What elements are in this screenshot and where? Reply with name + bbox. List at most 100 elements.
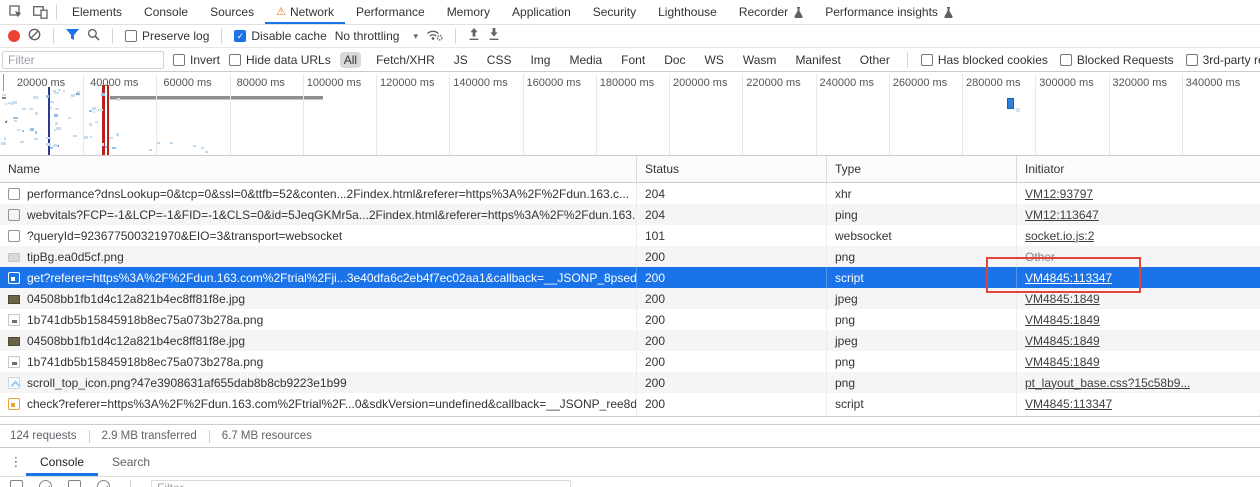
initiator-link[interactable]: pt_layout_base.css?15c58b9... <box>1025 376 1190 390</box>
tab-performance-insights[interactable]: Performance insights <box>814 0 964 24</box>
column-header-status[interactable]: Status <box>637 156 827 182</box>
toolbar-divider <box>112 28 113 44</box>
invert-checkbox[interactable]: Invert <box>173 53 220 67</box>
filter-type-wasm[interactable]: Wasm <box>739 52 781 68</box>
has-blocked-cookies-checkbox[interactable]: Has blocked cookies <box>921 53 1048 67</box>
blocked-requests-checkbox[interactable]: Blocked Requests <box>1060 53 1174 67</box>
request-mark <box>205 151 208 153</box>
table-row[interactable]: ?queryId=923677500321970&EIO=3&transport… <box>0 225 1260 246</box>
console-filter-input[interactable]: Filter <box>151 480 571 487</box>
initiator-link[interactable]: VM4845:1849 <box>1025 355 1100 369</box>
request-mark <box>105 146 108 148</box>
table-row[interactable]: get?referer=https%3A%2F%2Fdun.163.com%2F… <box>0 267 1260 288</box>
console-sidebar-icon[interactable] <box>10 480 23 487</box>
table-row[interactable]: webvitals?FCP=-1&LCP=-1&FID=-1&CLS=0&id=… <box>0 204 1260 225</box>
table-row[interactable]: scroll_top_icon.png?47e3908631af655dab8b… <box>0 372 1260 393</box>
ruler-label: 20000 ms <box>17 77 65 89</box>
initiator-link[interactable]: socket.io.js:2 <box>1025 229 1094 243</box>
file-icon <box>8 188 20 200</box>
blocked-requests-label: Blocked Requests <box>1077 53 1174 67</box>
filter-type-all[interactable]: All <box>340 52 361 68</box>
tab-console[interactable]: Console <box>133 0 199 24</box>
request-mark <box>55 108 59 110</box>
tab-security[interactable]: Security <box>582 0 647 24</box>
request-mark <box>2 97 6 99</box>
filter-type-js[interactable]: JS <box>450 52 472 68</box>
tab-application[interactable]: Application <box>501 0 582 24</box>
filter-type-other[interactable]: Other <box>856 52 894 68</box>
drawer-tab-console[interactable]: Console <box>26 448 98 476</box>
table-row[interactable]: 1b741db5b15845918b8ec75a073b278a.png200p… <box>0 309 1260 330</box>
hide-data-urls-label: Hide data URLs <box>246 53 331 67</box>
request-mark <box>50 107 53 109</box>
inspect-icon[interactable] <box>4 0 28 24</box>
filter-type-doc[interactable]: Doc <box>660 52 689 68</box>
network-conditions-icon[interactable] <box>426 28 443 44</box>
request-mark <box>33 96 38 99</box>
tab-memory[interactable]: Memory <box>436 0 501 24</box>
console-context-selector-icon[interactable] <box>68 480 81 487</box>
record-network-log-icon[interactable] <box>8 30 20 42</box>
kebab-menu-icon[interactable]: ⋮ <box>6 454 26 470</box>
disable-cache-checkbox[interactable]: ✓ Disable cache <box>234 29 326 43</box>
initiator-link[interactable]: VM4845:1849 <box>1025 313 1100 327</box>
preserve-log-checkbox[interactable]: Preserve log <box>125 29 209 43</box>
table-row[interactable]: performance?dnsLookup=0&tcp=0&ssl=0&ttfb… <box>0 183 1260 204</box>
tab-sources[interactable]: Sources <box>199 0 265 24</box>
3rd-party-requests-checkbox[interactable]: 3rd-party requests <box>1186 53 1260 67</box>
tab-network[interactable]: ⚠Network <box>265 0 345 24</box>
initiator-link[interactable]: VM12:93797 <box>1025 187 1093 201</box>
request-name-cell: get?referer=https%3A%2F%2Fdun.163.com%2F… <box>0 267 637 288</box>
clear-console-icon[interactable] <box>39 480 52 487</box>
timeline-gridline <box>1182 74 1183 155</box>
tab-recorder[interactable]: Recorder <box>728 0 814 24</box>
export-har-icon[interactable] <box>488 28 500 44</box>
table-row[interactable]: 1b741db5b15845918b8ec75a073b278a.png200p… <box>0 351 1260 372</box>
device-toolbar-icon[interactable] <box>28 0 52 24</box>
filter-type-ws[interactable]: WS <box>701 52 728 68</box>
timeline-gridline <box>816 74 817 155</box>
search-icon[interactable] <box>87 28 100 44</box>
hide-data-urls-checkbox[interactable]: Hide data URLs <box>229 53 331 67</box>
column-header-name[interactable]: Name <box>0 156 637 182</box>
panel-resizer[interactable] <box>0 417 1260 424</box>
table-row[interactable]: 04508bb1fb1d4c12a821b4ec8ff81f8e.jpg200j… <box>0 330 1260 351</box>
experiment-flask-icon <box>944 7 953 18</box>
console-settings-icon[interactable] <box>97 480 110 487</box>
tab-performance[interactable]: Performance <box>345 0 436 24</box>
empty-cell <box>637 414 827 416</box>
initiator-link[interactable]: VM4845:113347 <box>1025 397 1112 411</box>
request-type: png <box>827 246 1017 267</box>
table-row[interactable]: tipBg.ea0d5cf.png200pngOther <box>0 246 1260 267</box>
clear-network-log-icon[interactable] <box>28 28 41 44</box>
import-har-icon[interactable] <box>468 28 480 44</box>
request-initiator-cell: VM4845:1849 <box>1017 288 1260 309</box>
devtools-window: ElementsConsoleSources⚠NetworkPerformanc… <box>0 0 1260 487</box>
filter-type-media[interactable]: Media <box>565 52 606 68</box>
filter-type-img[interactable]: Img <box>526 52 554 68</box>
filter-funnel-icon[interactable] <box>66 29 79 44</box>
filter-type-css[interactable]: CSS <box>483 52 516 68</box>
throttling-dropdown[interactable]: No throttling ▾ <box>335 29 418 43</box>
tab-label: Sources <box>210 5 254 19</box>
request-mark <box>77 94 80 96</box>
filter-input[interactable] <box>2 51 164 69</box>
tab-lighthouse[interactable]: Lighthouse <box>647 0 728 24</box>
initiator-link[interactable]: VM12:113647 <box>1025 208 1099 222</box>
table-row[interactable]: check?referer=https%3A%2F%2Fdun.163.com%… <box>0 393 1260 414</box>
image-file-icon <box>8 314 20 326</box>
drawer-tab-search[interactable]: Search <box>98 448 164 476</box>
filter-type-font[interactable]: Font <box>617 52 649 68</box>
filter-type-fetch-xhr[interactable]: Fetch/XHR <box>372 52 439 68</box>
table-row[interactable]: 04508bb1fb1d4c12a821b4ec8ff81f8e.jpg200j… <box>0 288 1260 309</box>
column-header-initiator[interactable]: Initiator <box>1017 156 1260 182</box>
initiator-link[interactable]: VM4845:1849 <box>1025 292 1100 306</box>
column-header-type[interactable]: Type <box>827 156 1017 182</box>
tab-elements[interactable]: Elements <box>61 0 133 24</box>
checkbox-unchecked <box>1186 54 1198 66</box>
has-blocked-cookies-label: Has blocked cookies <box>938 53 1048 67</box>
network-overview[interactable]: 20000 ms40000 ms60000 ms80000 ms100000 m… <box>0 72 1260 156</box>
initiator-link[interactable]: VM4845:1849 <box>1025 334 1100 348</box>
initiator-link[interactable]: VM4845:113347 <box>1025 271 1112 285</box>
filter-type-manifest[interactable]: Manifest <box>791 52 844 68</box>
